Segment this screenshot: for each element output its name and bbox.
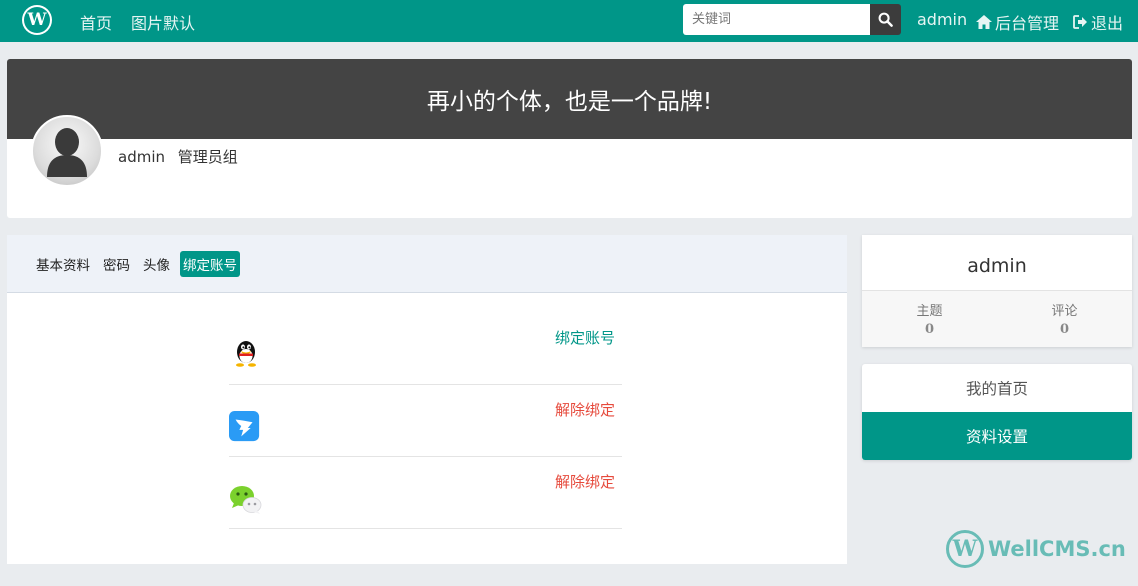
- banner-slogan: 再小的个体，也是一个品牌!: [7, 59, 1132, 139]
- user-name: admin: [118, 148, 165, 166]
- nav-admin-link[interactable]: 后台管理: [976, 10, 1059, 34]
- user-menu-card: 我的首页 资料设置: [862, 364, 1132, 460]
- menu-profile-settings[interactable]: 资料设置: [862, 412, 1132, 460]
- user-summary-card: admin 主题 0 评论 0: [862, 235, 1132, 347]
- home-icon: [976, 15, 992, 29]
- stat-comments: 评论 0: [997, 291, 1132, 347]
- tab-avatar[interactable]: 头像: [140, 251, 173, 277]
- watermark-text: WellCMS.cn: [988, 537, 1126, 561]
- nav-user-label: admin: [917, 10, 968, 29]
- sidebar-username: admin: [862, 235, 1132, 291]
- search-input[interactable]: [683, 4, 870, 35]
- watermark-logo: W: [946, 530, 984, 568]
- nav-link-images[interactable]: 图片默认: [131, 10, 195, 34]
- bind-row-qq: 绑定账号: [229, 313, 622, 385]
- bind-qq-button[interactable]: 绑定账号: [555, 327, 615, 348]
- tab-password[interactable]: 密码: [100, 251, 133, 277]
- stat-comments-value: 0: [1059, 322, 1070, 337]
- unbind-wechat-button[interactable]: 解除绑定: [555, 471, 615, 492]
- search-box: [683, 4, 901, 35]
- user-info: admin 管理员组: [118, 146, 238, 167]
- user-stats: 主题 0 评论 0: [862, 291, 1132, 347]
- logout-icon: [1073, 15, 1087, 29]
- tab-bind-account[interactable]: 绑定账号: [180, 250, 240, 277]
- bind-accounts-card: 基本资料 密码 头像 绑定账号 绑定账号 解除绑定 解除绑定: [7, 235, 847, 564]
- user-group: 管理员组: [177, 148, 238, 166]
- nav-link-home[interactable]: 首页: [80, 10, 112, 34]
- dingtalk-icon: [229, 411, 260, 442]
- stat-comments-label: 评论: [1051, 304, 1078, 319]
- site-logo[interactable]: W: [22, 5, 52, 35]
- logo-letter: W: [24, 7, 50, 33]
- site-watermark: W WellCMS.cn: [946, 530, 1126, 568]
- user-silhouette-icon: [47, 128, 87, 177]
- nav-logout-label: 退出: [1091, 14, 1124, 33]
- wechat-icon: [230, 486, 262, 514]
- menu-my-home[interactable]: 我的首页: [862, 364, 1132, 412]
- avatar[interactable]: [31, 115, 103, 187]
- bind-row-dingtalk: 解除绑定: [229, 385, 622, 457]
- unbind-dingtalk-button[interactable]: 解除绑定: [555, 399, 615, 420]
- stat-threads-value: 0: [924, 322, 935, 337]
- nav-user[interactable]: admin: [917, 10, 967, 29]
- stat-threads-label: 主题: [916, 304, 943, 319]
- stat-threads: 主题 0: [862, 291, 997, 347]
- nav-logout-link[interactable]: 退出: [1073, 10, 1123, 34]
- search-icon: [878, 12, 893, 27]
- profile-banner-card: 再小的个体，也是一个品牌! admin 管理员组: [7, 59, 1132, 218]
- settings-tabs: 基本资料 密码 头像 绑定账号: [7, 235, 847, 293]
- bind-row-wechat: 解除绑定: [229, 457, 622, 529]
- qq-icon: [236, 341, 256, 367]
- tab-basic-info[interactable]: 基本资料: [33, 251, 93, 277]
- nav-admin-label: 后台管理: [995, 14, 1060, 33]
- top-navbar: W 首页 图片默认 admin 后台管理 退出: [0, 0, 1138, 42]
- search-button[interactable]: [870, 4, 901, 35]
